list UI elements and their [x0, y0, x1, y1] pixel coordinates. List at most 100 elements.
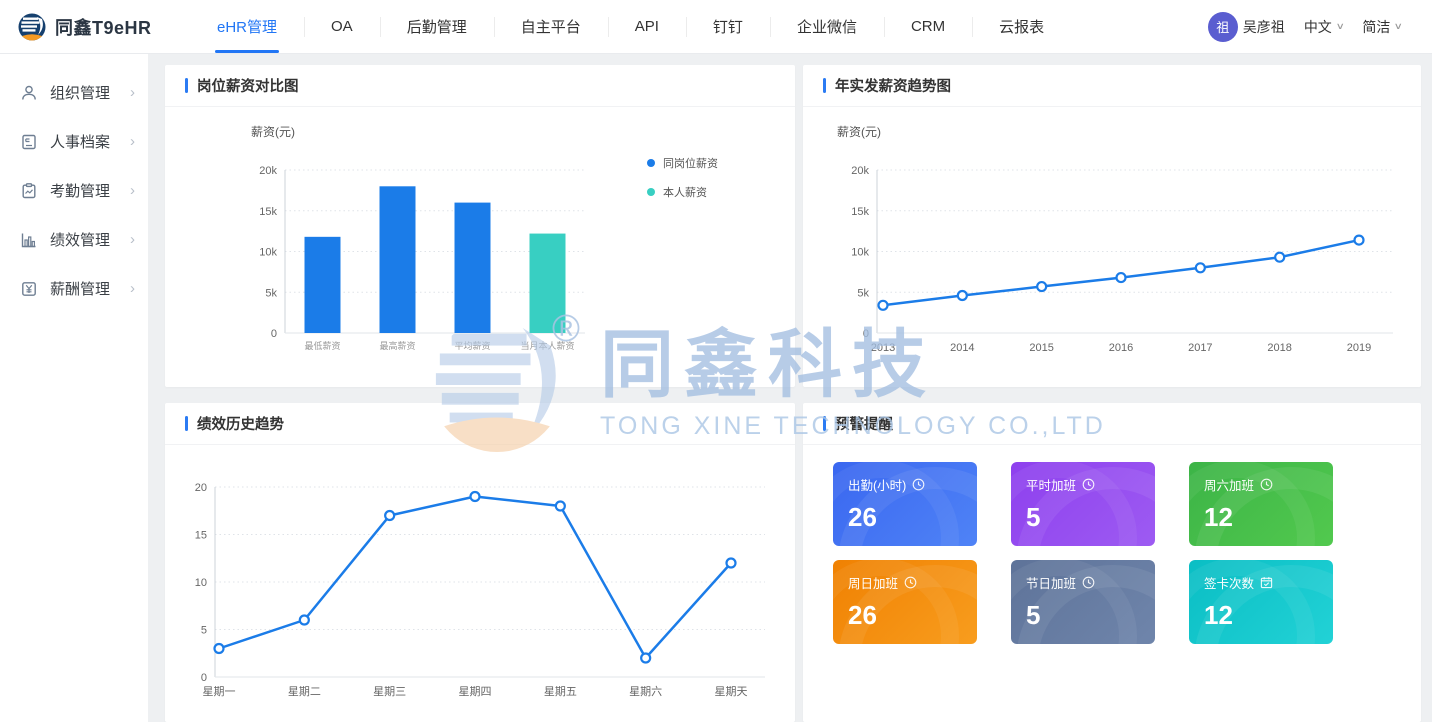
nav-tab-oa[interactable]: OA [304, 0, 380, 53]
chart-legend: 同岗位薪资 本人薪资 [647, 155, 718, 213]
title-accent-bar [823, 416, 826, 431]
panel-alerts: 预警提醒 出勤(小时) 26 平时加班 5 周六加班 12 周日加班 26 [803, 403, 1421, 722]
yearly-salary-line-chart: 05k10k15k20k2013201420152016201720182019 [823, 160, 1401, 370]
chevron-down-icon: ∨ [1394, 21, 1403, 32]
panel-header: 岗位薪资对比图 [165, 65, 795, 107]
performance-line-chart: 05101520星期一星期二星期三星期四星期五星期六星期天 [185, 473, 775, 713]
language-select[interactable]: 中文 ∨ [1304, 17, 1344, 37]
title-accent-bar [823, 78, 826, 93]
sidebar-item-personnel-files[interactable]: 人事档案 › [0, 117, 148, 166]
svg-text:最高薪资: 最高薪资 [379, 340, 415, 351]
panel-title: 岗位薪资对比图 [197, 75, 299, 96]
clock-icon [904, 576, 917, 589]
top-navbar: 同鑫T9eHR eHR管理 OA 后勤管理 自主平台 API 钉钉 企业微信 C… [0, 0, 1432, 54]
svg-text:星期三: 星期三 [373, 685, 406, 698]
panel-header: 预警提醒 [803, 403, 1421, 445]
panel-header: 绩效历史趋势 [165, 403, 795, 445]
panel-header: 年实发薪资趋势图 [803, 65, 1421, 107]
legend-dot [647, 188, 655, 196]
document-icon [20, 133, 38, 151]
chevron-down-icon: ∨ [1335, 21, 1344, 32]
title-accent-bar [185, 416, 188, 431]
main-nav: eHR管理 OA 后勤管理 自主平台 API 钉钉 企业微信 CRM 云报表 [190, 0, 1071, 53]
avatar[interactable]: 祖 [1208, 12, 1238, 42]
card-value: 26 [848, 600, 962, 631]
panel-title: 年实发薪资趋势图 [835, 75, 951, 96]
nav-tab-wecom[interactable]: 企业微信 [770, 0, 884, 53]
svg-text:0: 0 [201, 672, 207, 684]
nav-tab-cloud-report[interactable]: 云报表 [972, 0, 1071, 53]
sidebar: 组织管理 › 人事档案 › 考勤管理 › 绩效管理 › [0, 54, 148, 722]
title-accent-bar [185, 78, 188, 93]
svg-text:星期六: 星期六 [629, 685, 662, 698]
svg-text:5: 5 [201, 625, 207, 637]
chevron-right-icon: › [130, 280, 135, 297]
svg-text:15: 15 [195, 530, 207, 542]
svg-text:2014: 2014 [950, 342, 974, 354]
nav-tab-logistics[interactable]: 后勤管理 [380, 0, 494, 53]
chevron-right-icon: › [130, 84, 135, 101]
panel-performance-history: 绩效历史趋势 05101520星期一星期二星期三星期四星期五星期六星期天 [165, 403, 795, 722]
chevron-right-icon: › [130, 182, 135, 199]
svg-text:2015: 2015 [1029, 342, 1053, 354]
sidebar-item-performance[interactable]: 绩效管理 › [0, 215, 148, 264]
nav-tab-crm[interactable]: CRM [884, 0, 972, 53]
svg-text:0: 0 [863, 328, 869, 340]
svg-text:2017: 2017 [1188, 342, 1212, 354]
panel-title: 绩效历史趋势 [197, 413, 284, 434]
legend-item-own-salary[interactable]: 本人薪资 [647, 184, 718, 200]
y-axis-title: 薪资(元) [837, 123, 881, 140]
nav-tab-api[interactable]: API [608, 0, 686, 53]
svg-text:星期一: 星期一 [203, 685, 236, 698]
chevron-right-icon: › [130, 231, 135, 248]
bar-chart-icon [20, 231, 38, 249]
app-title: 同鑫T9eHR [55, 14, 152, 40]
clipboard-icon [20, 182, 38, 200]
svg-text:平均薪资: 平均薪资 [454, 340, 490, 351]
svg-text:0: 0 [271, 328, 277, 340]
brand-logo-icon [18, 13, 46, 41]
svg-text:2013: 2013 [871, 342, 895, 354]
clock-icon [1082, 576, 1095, 589]
nav-tab-ehr[interactable]: eHR管理 [190, 0, 304, 53]
panel-title: 预警提醒 [835, 413, 893, 434]
svg-text:10k: 10k [259, 247, 277, 259]
svg-text:20k: 20k [851, 165, 869, 177]
card-card-sign-count: 签卡次数 12 [1189, 560, 1333, 644]
sidebar-item-salary[interactable]: 薪酬管理 › [0, 264, 148, 313]
navbar-right: 祖 吴彦祖 中文 ∨ 简洁 ∨ [1208, 12, 1402, 42]
svg-text:15k: 15k [851, 206, 869, 218]
svg-text:2018: 2018 [1267, 342, 1291, 354]
legend-dot [647, 159, 655, 167]
svg-text:星期天: 星期天 [715, 685, 748, 698]
svg-text:5k: 5k [857, 287, 869, 299]
card-saturday-overtime: 周六加班 12 [1189, 462, 1333, 546]
sidebar-item-attendance[interactable]: 考勤管理 › [0, 166, 148, 215]
svg-text:2019: 2019 [1347, 342, 1371, 354]
user-menu[interactable]: 祖 吴彦祖 [1208, 12, 1285, 42]
yen-icon [20, 280, 38, 298]
legend-item-same-position[interactable]: 同岗位薪资 [647, 155, 718, 171]
svg-text:20k: 20k [259, 165, 277, 177]
clock-icon [1082, 478, 1095, 491]
sidebar-item-organization[interactable]: 组织管理 › [0, 68, 148, 117]
svg-text:星期四: 星期四 [459, 685, 492, 698]
svg-text:星期二: 星期二 [288, 685, 321, 698]
svg-text:当月本人薪资: 当月本人薪资 [520, 340, 574, 351]
nav-tab-dingtalk[interactable]: 钉钉 [686, 0, 770, 53]
user-name: 吴彦祖 [1243, 17, 1285, 37]
svg-text:10: 10 [195, 577, 207, 589]
user-icon [20, 84, 38, 102]
panel-yearly-salary-trend: 年实发薪资趋势图 薪资(元) 05k10k15k20k2013201420152… [803, 65, 1421, 387]
card-value: 12 [1204, 600, 1318, 631]
svg-text:15k: 15k [259, 206, 277, 218]
nav-tab-self-platform[interactable]: 自主平台 [494, 0, 608, 53]
chevron-right-icon: › [130, 133, 135, 150]
theme-select[interactable]: 简洁 ∨ [1362, 17, 1402, 37]
card-value: 5 [1026, 502, 1140, 533]
panel-salary-comparison: 岗位薪资对比图 薪资(元) 05k10k15k20k最低薪资最高薪资平均薪资当月… [165, 65, 795, 387]
card-value: 5 [1026, 600, 1140, 631]
card-value: 12 [1204, 502, 1318, 533]
calendar-check-icon [1260, 576, 1273, 589]
card-sunday-overtime: 周日加班 26 [833, 560, 977, 644]
